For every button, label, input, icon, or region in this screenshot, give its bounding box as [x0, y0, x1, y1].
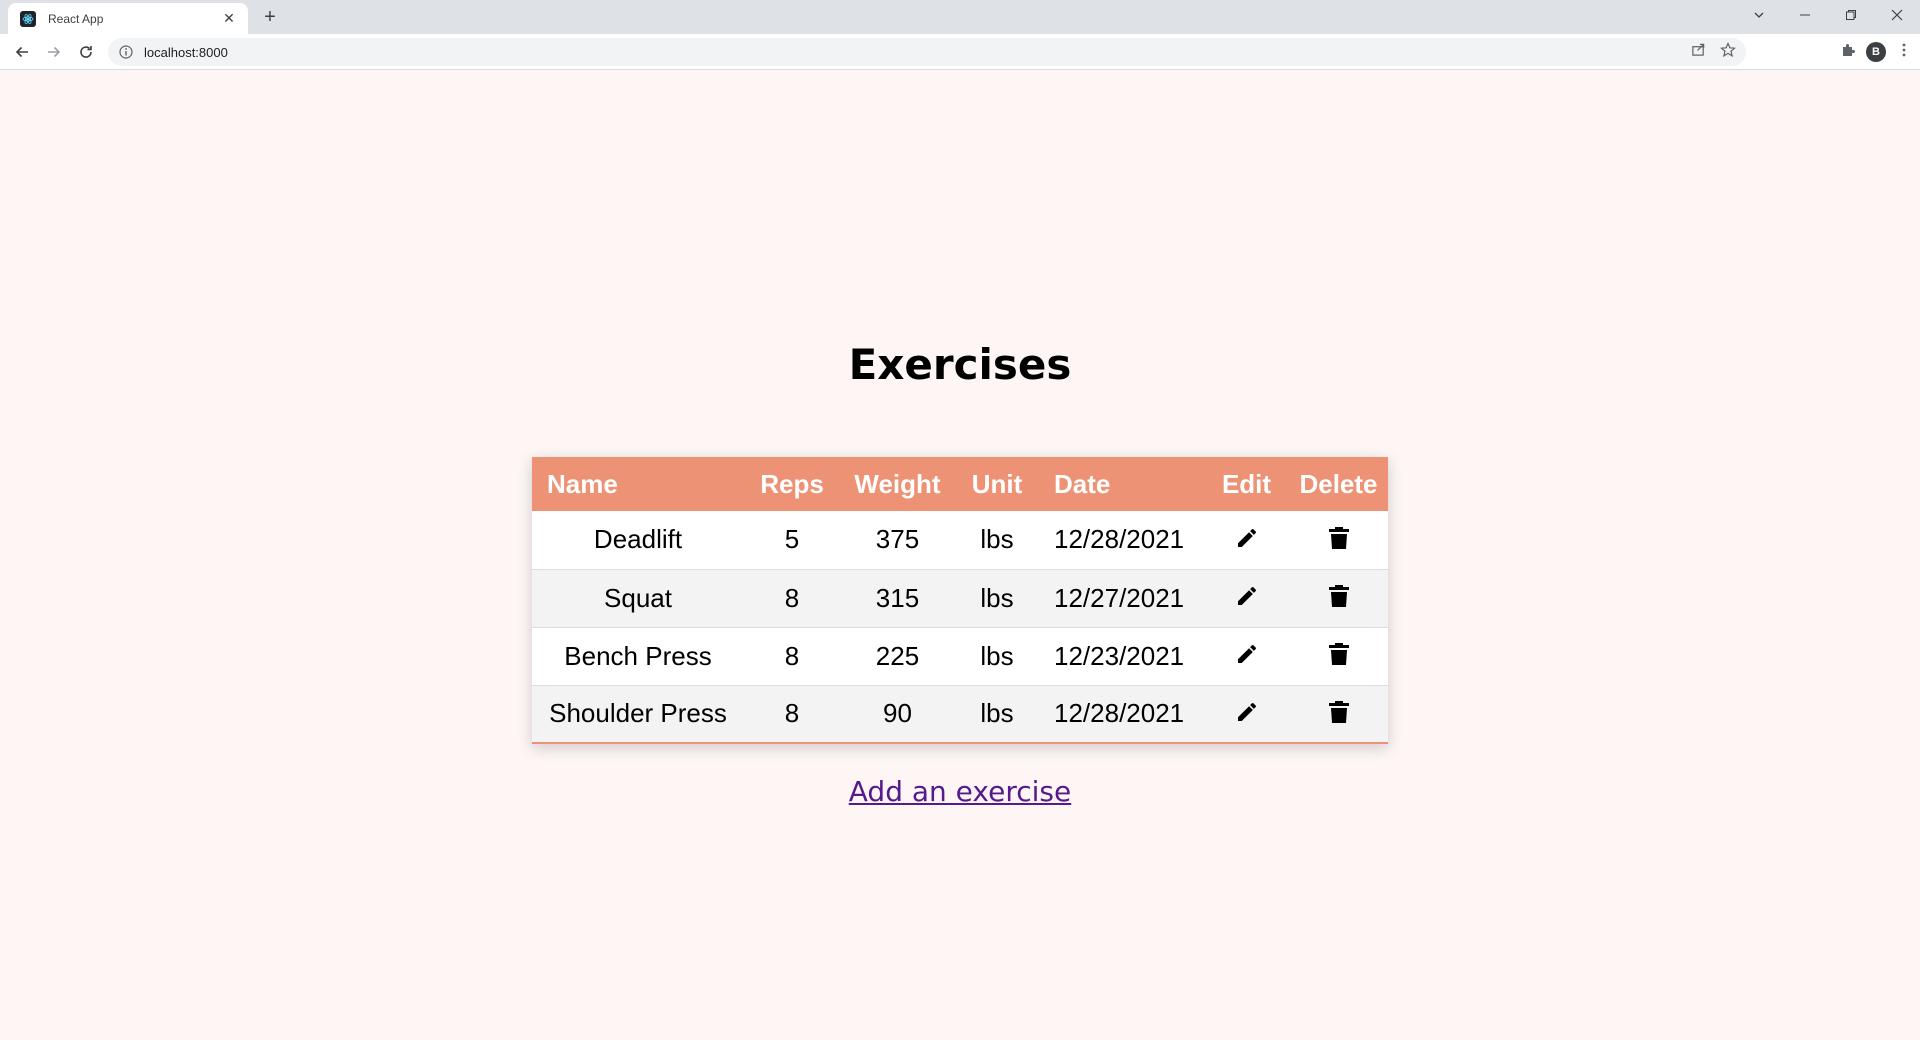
exercise-unit: lbs	[980, 582, 1014, 613]
exercise-name: Bench Press	[564, 640, 712, 671]
exercises-table-container: Name Reps Weight Unit Date Edit Delete D…	[532, 457, 1388, 744]
exercise-weight: 315	[875, 582, 920, 613]
pencil-icon[interactable]	[1232, 697, 1262, 727]
trash-icon[interactable]	[1324, 697, 1354, 727]
new-tab-icon[interactable]: +	[258, 5, 282, 29]
bookmark-star-icon[interactable]	[1720, 41, 1736, 63]
edit-cell	[1204, 685, 1289, 743]
browser-menu-icon[interactable]	[1896, 42, 1912, 63]
exercise-unit: lbs	[980, 524, 1014, 555]
delete-cell	[1289, 627, 1388, 685]
exercise-name: Squat	[604, 582, 672, 613]
address-bar[interactable]: localhost:8000	[108, 38, 1746, 66]
window-controls	[1736, 0, 1920, 30]
exercise-unit: lbs	[980, 698, 1014, 729]
header-unit: Unit	[971, 468, 1023, 499]
toolbar-right: B	[1840, 38, 1912, 66]
exercise-reps: 8	[784, 698, 800, 729]
trash-icon[interactable]	[1324, 523, 1354, 553]
table-header-row: Name Reps Weight Unit Date Edit Delete	[532, 457, 1388, 511]
add-exercise-container: Add an exercise	[0, 772, 1920, 812]
reload-icon[interactable]	[72, 38, 100, 66]
browser-toolbar: localhost:8000 B	[0, 34, 1920, 70]
share-icon[interactable]	[1691, 42, 1706, 62]
exercise-date: 12/23/2021	[1054, 640, 1185, 671]
pencil-icon[interactable]	[1232, 639, 1262, 669]
header-name: Name	[547, 468, 618, 499]
exercise-date: 12/28/2021	[1054, 698, 1185, 729]
extensions-puzzle-icon[interactable]	[1840, 42, 1856, 63]
exercise-reps: 8	[784, 640, 800, 671]
edit-cell	[1204, 511, 1289, 569]
exercise-date: 12/28/2021	[1054, 524, 1185, 555]
edit-cell	[1204, 627, 1289, 685]
delete-cell	[1289, 685, 1388, 743]
tab-close-icon[interactable]: ✕	[220, 10, 238, 28]
table-row: Deadlift 5 375 lbs 12/28/2021	[532, 511, 1388, 569]
exercise-reps: 5	[784, 524, 800, 555]
close-window-icon[interactable]	[1874, 0, 1920, 30]
table-row: Shoulder Press 8 90 lbs 12/28/2021	[532, 685, 1388, 743]
exercise-weight: 90	[883, 698, 912, 729]
exercises-table: Name Reps Weight Unit Date Edit Delete D…	[532, 457, 1388, 744]
delete-cell	[1289, 511, 1388, 569]
exercise-weight: 225	[875, 640, 920, 671]
add-exercise-link[interactable]: Add an exercise	[849, 775, 1071, 808]
header-date: Date	[1054, 468, 1111, 499]
delete-cell	[1289, 569, 1388, 627]
exercise-name: Deadlift	[593, 524, 683, 555]
restore-icon[interactable]	[1828, 0, 1874, 30]
pencil-icon[interactable]	[1232, 581, 1262, 611]
tab-search-icon[interactable]	[1736, 0, 1782, 30]
profile-avatar[interactable]: B	[1866, 42, 1886, 62]
exercise-unit: lbs	[980, 640, 1014, 671]
header-reps: Reps	[760, 468, 824, 499]
header-weight: Weight	[854, 468, 941, 499]
forward-arrow-icon[interactable]	[40, 38, 68, 66]
browser-tab[interactable]: React App ✕	[8, 3, 248, 34]
url-text: localhost:8000	[144, 44, 228, 60]
header-edit: Edit	[1221, 468, 1272, 499]
trash-icon[interactable]	[1324, 581, 1354, 611]
back-arrow-icon[interactable]	[8, 38, 36, 66]
header-delete: Delete	[1299, 468, 1378, 499]
pencil-icon[interactable]	[1232, 523, 1262, 553]
table-row: Bench Press 8 225 lbs 12/23/2021	[532, 627, 1388, 685]
tab-title: React App	[48, 11, 104, 26]
site-info-icon[interactable]	[118, 44, 134, 60]
browser-tabstrip: React App ✕ +	[0, 0, 1920, 34]
exercise-date: 12/27/2021	[1054, 582, 1185, 613]
exercise-weight: 375	[875, 524, 920, 555]
edit-cell	[1204, 569, 1289, 627]
exercise-name: Shoulder Press	[549, 698, 727, 729]
minimize-icon[interactable]	[1782, 0, 1828, 30]
table-row: Squat 8 315 lbs 12/27/2021	[532, 569, 1388, 627]
page-title: Exercises	[848, 340, 1072, 389]
trash-icon[interactable]	[1324, 639, 1354, 669]
exercise-reps: 8	[784, 582, 800, 613]
react-favicon-icon	[20, 10, 36, 27]
